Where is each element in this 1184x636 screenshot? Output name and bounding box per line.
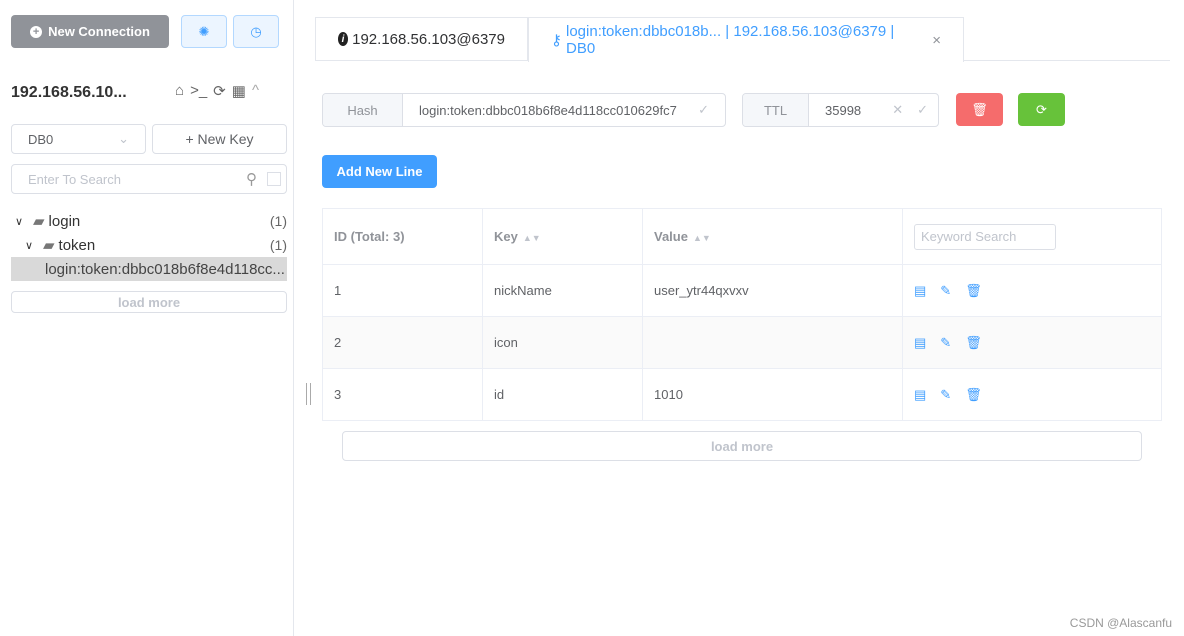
add-new-line-button[interactable]: Add New Line bbox=[322, 155, 437, 188]
refresh-icon: ⟳ bbox=[1036, 101, 1047, 117]
close-icon[interactable]: × bbox=[932, 32, 941, 49]
col-key[interactable]: Key ▲▼ bbox=[482, 208, 643, 265]
close-icon[interactable]: ✕ bbox=[892, 102, 903, 118]
col-id: ID (Total: 3) bbox=[322, 208, 483, 265]
keyword-search-input[interactable]: Keyword Search bbox=[914, 223, 1056, 250]
edit-icon[interactable]: ✎ bbox=[940, 283, 951, 298]
clock-icon: ◷ bbox=[250, 23, 262, 39]
tab-connection-info[interactable]: i 192.168.56.103@6379 bbox=[315, 17, 528, 61]
key-icon: ⚷ bbox=[551, 32, 562, 49]
trash-icon[interactable]: 🗑 bbox=[965, 335, 982, 350]
sort-icon[interactable]: ▲▼ bbox=[693, 233, 711, 243]
sidebar: + New Connection ✺ ◷ 192.168.56.10... ⌂ … bbox=[0, 0, 294, 636]
table-row: 3 id 1010 ▤ ✎ 🗑 bbox=[322, 368, 1162, 421]
terminal-icon[interactable]: >_ bbox=[190, 82, 207, 100]
copy-icon[interactable]: ▤ bbox=[914, 283, 926, 298]
plus-circle-icon: + bbox=[30, 25, 43, 38]
new-key-button[interactable]: + New Key bbox=[152, 124, 287, 154]
load-more-button[interactable]: load more bbox=[11, 291, 287, 313]
refresh-icon[interactable]: ⟳ bbox=[213, 82, 226, 100]
col-value[interactable]: Value ▲▼ bbox=[642, 208, 903, 265]
table-header: ID (Total: 3) Key ▲▼ Value ▲▼ Keyword Sear… bbox=[322, 208, 1162, 265]
table-load-more-button[interactable]: load more bbox=[342, 431, 1142, 461]
tree-folder-token[interactable]: ∨ ▰ token (1) bbox=[11, 233, 287, 257]
chevron-down-icon: ∨ bbox=[25, 239, 34, 252]
table-row: 1 nickName user_ytr44qxvxv ▤ ✎ 🗑 bbox=[322, 264, 1162, 317]
hash-table: ID (Total: 3) Key ▲▼ Value ▲▼ Keyword Sear… bbox=[322, 208, 1162, 421]
key-type-label: Hash bbox=[323, 94, 403, 126]
search-input[interactable]: Enter To Search ⚲ bbox=[11, 164, 287, 194]
ttl-input[interactable]: 35998 ✕ ✓ bbox=[809, 94, 938, 126]
ttl-group: TTL 35998 ✕ ✓ bbox=[742, 93, 939, 127]
settings-button[interactable]: ✺ bbox=[181, 15, 227, 48]
resize-handle[interactable] bbox=[306, 383, 311, 405]
home-icon[interactable]: ⌂ bbox=[175, 82, 184, 100]
trash-icon: 🗑 bbox=[971, 101, 988, 117]
gear-icon: ✺ bbox=[198, 23, 210, 39]
tab-key-detail[interactable]: ⚷ login:token:dbbc018b... | 192.168.56.1… bbox=[528, 17, 964, 62]
exact-search-checkbox[interactable] bbox=[267, 172, 281, 186]
edit-icon[interactable]: ✎ bbox=[940, 387, 951, 402]
delete-key-button[interactable]: 🗑 bbox=[956, 93, 1003, 126]
history-button[interactable]: ◷ bbox=[233, 15, 279, 48]
folder-open-icon: ▰ bbox=[43, 237, 55, 254]
check-icon[interactable]: ✓ bbox=[917, 102, 928, 118]
tree-folder-login[interactable]: ∨ ▰ login (1) bbox=[11, 209, 287, 233]
db-select[interactable]: DB0 ⌄ bbox=[11, 124, 146, 154]
table-row: 2 icon ▤ ✎ 🗑 bbox=[322, 316, 1162, 369]
chevron-down-icon: ⌄ bbox=[118, 131, 129, 146]
check-icon[interactable]: ✓ bbox=[698, 102, 709, 118]
info-icon: i bbox=[338, 32, 349, 46]
ttl-label: TTL bbox=[743, 94, 809, 126]
chevron-up-icon[interactable]: ^ bbox=[252, 82, 259, 100]
copy-icon[interactable]: ▤ bbox=[914, 335, 926, 350]
chevron-down-icon: ∨ bbox=[15, 215, 24, 228]
col-actions: Keyword Search bbox=[902, 208, 1162, 265]
trash-icon[interactable]: 🗑 bbox=[965, 387, 982, 402]
sort-icon[interactable]: ▲▼ bbox=[523, 233, 541, 243]
trash-icon[interactable]: 🗑 bbox=[965, 283, 982, 298]
key-name-input[interactable]: login:token:dbbc018b6f8e4d118cc010629fc7… bbox=[403, 94, 725, 126]
watermark: CSDN @Alascanfu bbox=[1069, 616, 1172, 630]
edit-icon[interactable]: ✎ bbox=[940, 335, 951, 350]
tree-key-item[interactable]: login:token:dbbc018b6f8e4d118cc... bbox=[11, 257, 287, 281]
new-connection-button[interactable]: + New Connection bbox=[11, 15, 169, 48]
key-name-group: Hash login:token:dbbc018b6f8e4d118cc0106… bbox=[322, 93, 726, 127]
grid-icon[interactable]: ▦ bbox=[232, 82, 246, 100]
refresh-key-button[interactable]: ⟳ bbox=[1018, 93, 1065, 126]
connection-name: 192.168.56.10... bbox=[11, 84, 127, 101]
folder-open-icon: ▰ bbox=[33, 213, 45, 230]
copy-icon[interactable]: ▤ bbox=[914, 387, 926, 402]
search-icon[interactable]: ⚲ bbox=[246, 170, 257, 188]
